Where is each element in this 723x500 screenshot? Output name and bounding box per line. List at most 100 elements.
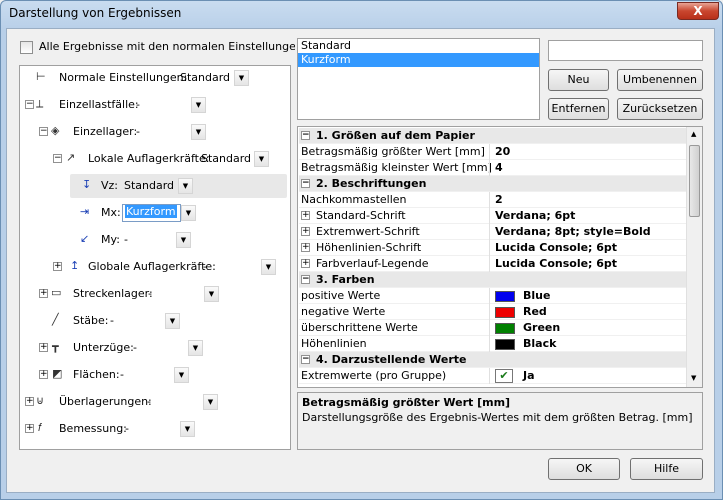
expand-icon[interactable]: +: [39, 289, 48, 298]
tree-item-label: Mx:: [101, 206, 121, 219]
expand-icon[interactable]: +: [301, 227, 310, 236]
chevron-down-icon[interactable]: ▼: [234, 70, 249, 86]
chevron-down-icon[interactable]: ▼: [178, 178, 193, 194]
grid-row[interactable]: Extremwerte (pro Gruppe) ✔ Ja: [299, 368, 687, 384]
tree-item-label: Einzellager:: [73, 125, 138, 138]
tree-item-value[interactable]: Standard: [180, 71, 230, 84]
expand-icon[interactable]: +: [301, 243, 310, 252]
description-text: Darstellungsgröße des Ergebnis-Wertes mi…: [302, 411, 693, 424]
expand-icon[interactable]: +: [39, 370, 48, 379]
grid-category[interactable]: −3. Farben: [299, 272, 687, 288]
scroll-down-icon[interactable]: ▼: [691, 374, 696, 382]
tree-item-value[interactable]: -: [125, 422, 129, 435]
collapse-icon[interactable]: −: [301, 179, 310, 188]
mx-style-select[interactable]: Kurzform: [122, 204, 181, 222]
grid-divider: [489, 224, 490, 240]
color-swatch: [495, 339, 515, 350]
delete-button[interactable]: Entfernen: [548, 98, 609, 120]
expand-icon[interactable]: +: [53, 262, 62, 271]
expand-icon[interactable]: +: [25, 397, 34, 406]
grid-divider: [489, 368, 490, 384]
rename-button[interactable]: Umbenennen: [617, 69, 703, 91]
collapse-icon[interactable]: −: [301, 355, 310, 364]
chevron-down-icon[interactable]: ▼: [254, 151, 269, 167]
chevron-down-icon[interactable]: ▼: [176, 232, 191, 248]
expand-icon[interactable]: +: [301, 211, 310, 220]
tree-item-value[interactable]: -: [136, 125, 140, 138]
scroll-thumb[interactable]: [689, 145, 700, 217]
chevron-down-icon[interactable]: ▼: [188, 340, 203, 356]
grid-key: positive Werte: [301, 289, 381, 302]
check-icon[interactable]: ✔: [495, 369, 513, 383]
chevron-down-icon[interactable]: ▼: [165, 313, 180, 329]
all-results-checkbox[interactable]: [20, 41, 33, 54]
grid-row[interactable]: + Höhenlinien-Schrift Lucida Console; 6pt: [299, 240, 687, 256]
grid-value: Lucida Console; 6pt: [495, 241, 618, 254]
chevron-down-icon[interactable]: ▼: [174, 367, 189, 383]
expand-icon[interactable]: +: [25, 424, 34, 433]
vz-arrow-icon: ↧: [82, 178, 92, 191]
style-list-item[interactable]: Kurzform: [298, 53, 539, 67]
reset-button[interactable]: Zurücksetzen: [617, 98, 703, 120]
chevron-down-icon[interactable]: ▼: [203, 394, 218, 410]
tree-item-value[interactable]: -: [148, 287, 152, 300]
grid-row[interactable]: Betragsmäßig größter Wert [mm] 20: [299, 144, 687, 160]
tree-item-label: Flächen:: [73, 368, 120, 381]
grid-scrollbar[interactable]: ▲ ▼: [686, 127, 702, 387]
grid-key: 3. Farben: [316, 273, 375, 286]
grid-row[interactable]: Betragsmäßig kleinster Wert [mm] 4: [299, 160, 687, 176]
grid-row[interactable]: + Extremwert-Schrift Verdana; 8pt; style=B…: [299, 224, 687, 240]
grid-value: Green: [523, 321, 561, 334]
tree-item-value[interactable]: -: [124, 233, 128, 246]
description-title: Betragsmäßig größter Wert [mm]: [302, 396, 511, 409]
grid-row[interactable]: Nachkommastellen 2: [299, 192, 687, 208]
tree-item-value[interactable]: Standard: [201, 152, 251, 165]
ok-button[interactable]: OK: [548, 458, 620, 480]
grid-category[interactable]: −4. Darzustellende Werte: [299, 352, 687, 368]
tree-item-value[interactable]: -: [147, 395, 151, 408]
collapse-icon[interactable]: −: [301, 275, 310, 284]
expand-icon[interactable]: +: [301, 259, 310, 268]
tree-item-value[interactable]: -: [136, 98, 140, 111]
chevron-down-icon[interactable]: ▼: [261, 259, 276, 275]
chevron-down-icon[interactable]: ▼: [180, 421, 195, 437]
new-button[interactable]: Neu: [548, 69, 609, 91]
grid-row[interactable]: Höhenlinien Black: [299, 336, 687, 352]
grid-category[interactable]: −2. Beschriftungen: [299, 176, 687, 192]
style-list-item[interactable]: Standard: [298, 39, 539, 53]
tree-item-value[interactable]: -: [203, 260, 207, 273]
grid-divider: [489, 208, 490, 224]
collapse-icon[interactable]: −: [39, 127, 48, 136]
scroll-up-icon[interactable]: ▲: [691, 130, 696, 138]
chevron-down-icon[interactable]: ▼: [204, 286, 219, 302]
grid-divider: [489, 304, 490, 320]
style-name-input[interactable]: [548, 40, 703, 61]
collapse-icon[interactable]: −: [53, 154, 62, 163]
tree-item-label: Bemessung:: [59, 422, 127, 435]
grid-row[interactable]: + Standard-Schrift Verdana; 6pt: [299, 208, 687, 224]
grid-row[interactable]: positive Werte Blue: [299, 288, 687, 304]
tree-item-value[interactable]: Standard: [124, 179, 174, 192]
collapse-icon[interactable]: −: [25, 100, 34, 109]
close-button[interactable]: X: [677, 2, 719, 20]
chevron-down-icon[interactable]: ▼: [181, 205, 196, 221]
style-list[interactable]: Standard Kurzform: [297, 38, 540, 120]
grid-key: Betragsmäßig kleinster Wert [mm]: [301, 161, 492, 174]
chevron-down-icon[interactable]: ▼: [191, 97, 206, 113]
grid-value: Blue: [523, 289, 551, 302]
tree-item-value[interactable]: -: [110, 314, 114, 327]
tree-item-value[interactable]: -: [120, 368, 124, 381]
help-button[interactable]: Hilfe: [630, 458, 703, 480]
grid-key: 2. Beschriftungen: [316, 177, 427, 190]
chevron-down-icon[interactable]: ▼: [191, 124, 206, 140]
grid-row[interactable]: negative Werte Red: [299, 304, 687, 320]
grid-key: Betragsmäßig größter Wert [mm]: [301, 145, 485, 158]
force-arrow-icon: ↗: [66, 151, 76, 164]
grid-row[interactable]: überschrittene Werte Green: [299, 320, 687, 336]
collapse-icon[interactable]: −: [301, 131, 310, 140]
expand-icon[interactable]: +: [39, 343, 48, 352]
tree-item-value[interactable]: -: [133, 341, 137, 354]
grid-row[interactable]: + Farbverlauf-Legende Lucida Console; 6pt: [299, 256, 687, 272]
grid-category[interactable]: −1. Größen auf dem Papier: [299, 128, 687, 144]
grid-value: Ja: [523, 369, 535, 382]
